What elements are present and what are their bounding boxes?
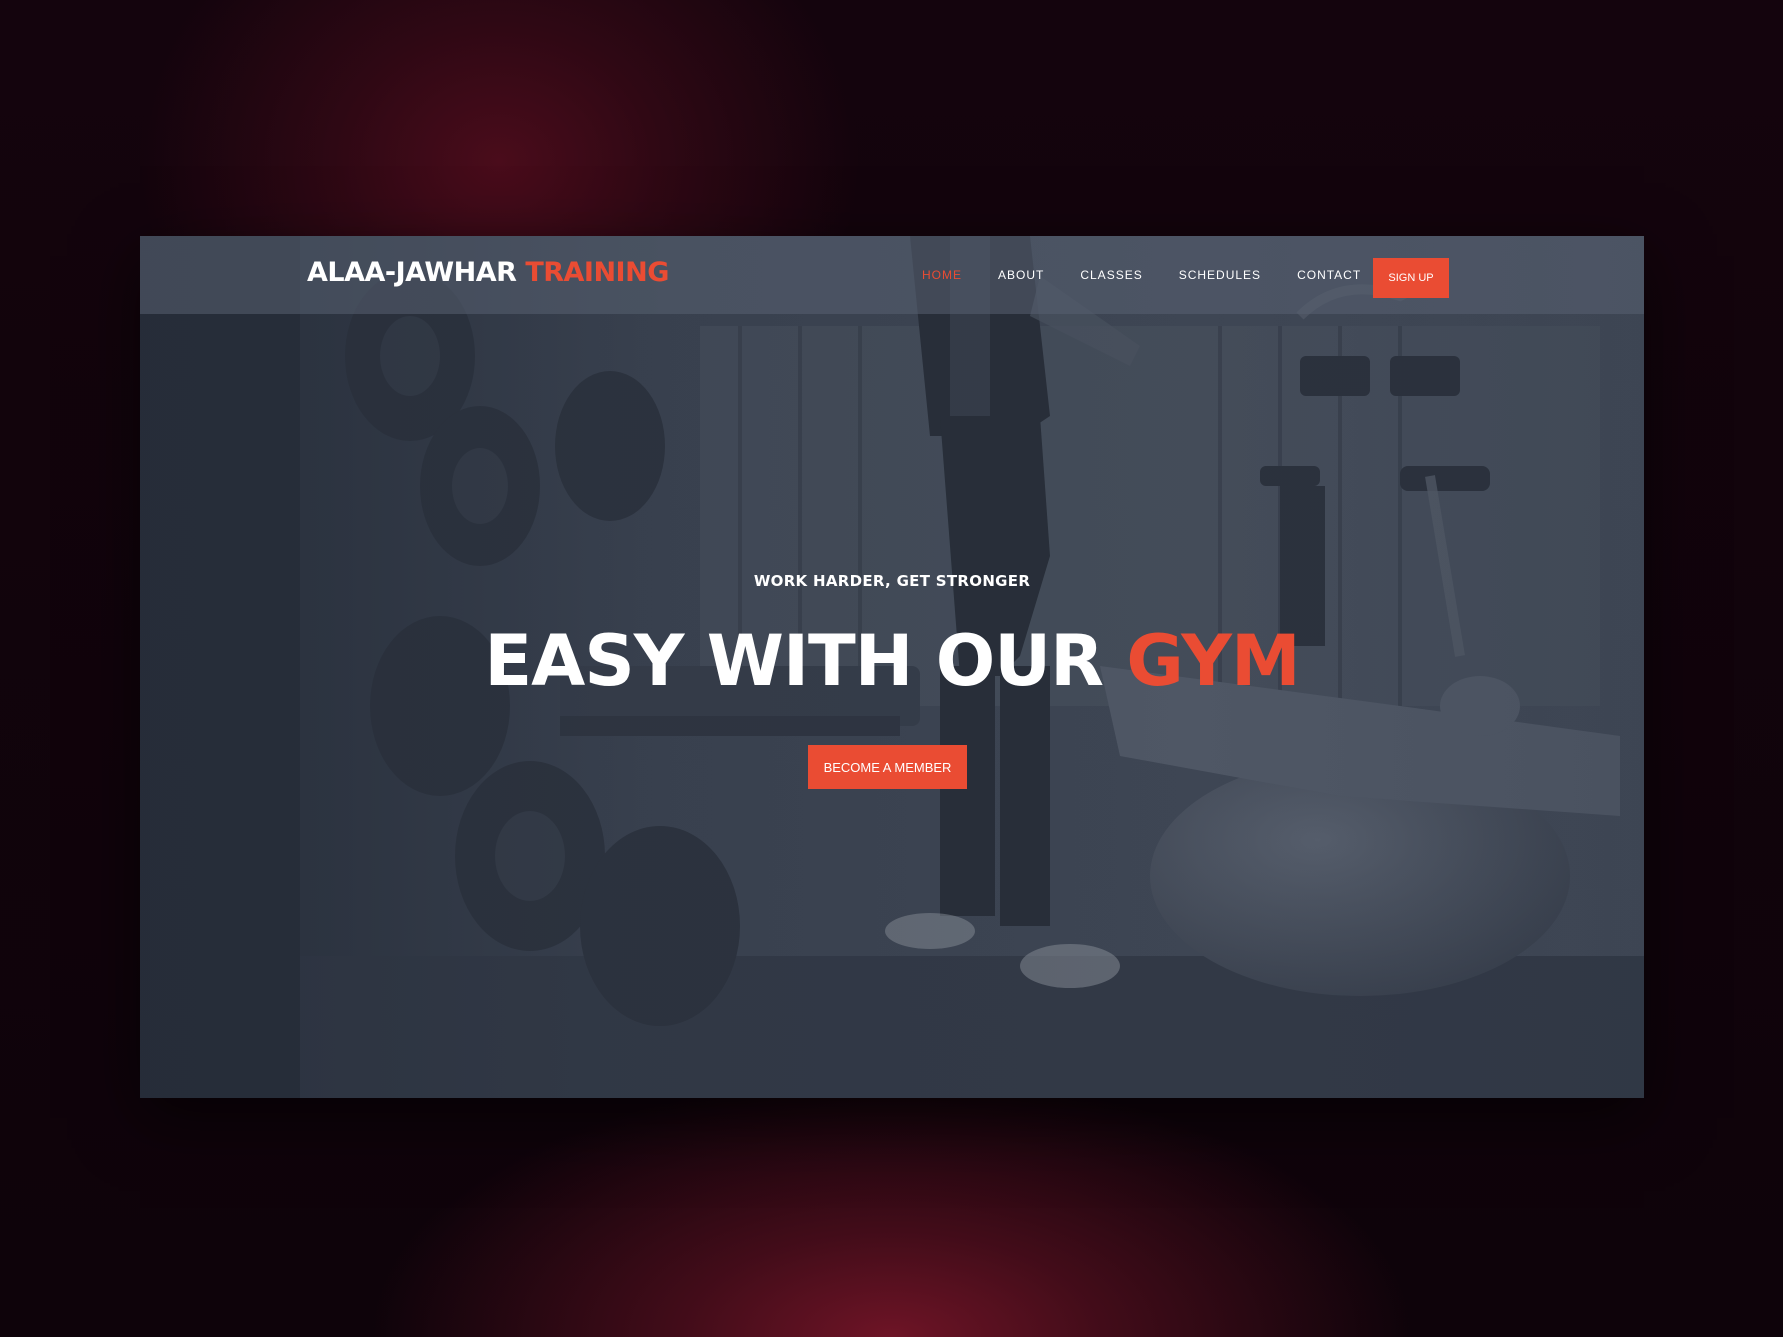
nav-link-about[interactable]: ABOUT <box>998 268 1044 282</box>
nav-menu: HOME ABOUT CLASSES SCHEDULES CONTACT <box>922 236 1397 314</box>
nav-link-home[interactable]: HOME <box>922 268 962 282</box>
headline-part1: EASY WITH OUR <box>484 620 1104 702</box>
hero-headline: EASY WITH OUR GYM <box>140 626 1644 696</box>
navbar: ALAA-JAWHAR TRAINING HOME ABOUT CLASSES … <box>140 236 1644 314</box>
sign-up-button[interactable]: SIGN UP <box>1373 258 1449 298</box>
hero-section: WORK HARDER, GET STRONGER EASY WITH OUR … <box>140 236 1644 1098</box>
logo-name-part1: ALAA-JAWHAR <box>307 257 517 288</box>
hero-tagline: WORK HARDER, GET STRONGER <box>753 572 1031 590</box>
nav-link-contact[interactable]: CONTACT <box>1297 268 1361 282</box>
site-logo[interactable]: ALAA-JAWHAR TRAINING <box>307 257 669 288</box>
presentation-background: ALAA-JAWHAR TRAINING HOME ABOUT CLASSES … <box>0 0 1783 1337</box>
logo-name-part2: TRAINING <box>525 257 669 288</box>
nav-link-schedules[interactable]: SCHEDULES <box>1179 268 1261 282</box>
become-member-button[interactable]: BECOME A MEMBER <box>808 745 967 789</box>
website-screenshot: ALAA-JAWHAR TRAINING HOME ABOUT CLASSES … <box>140 236 1644 1098</box>
nav-link-classes[interactable]: CLASSES <box>1080 268 1142 282</box>
headline-part2: GYM <box>1126 620 1300 702</box>
